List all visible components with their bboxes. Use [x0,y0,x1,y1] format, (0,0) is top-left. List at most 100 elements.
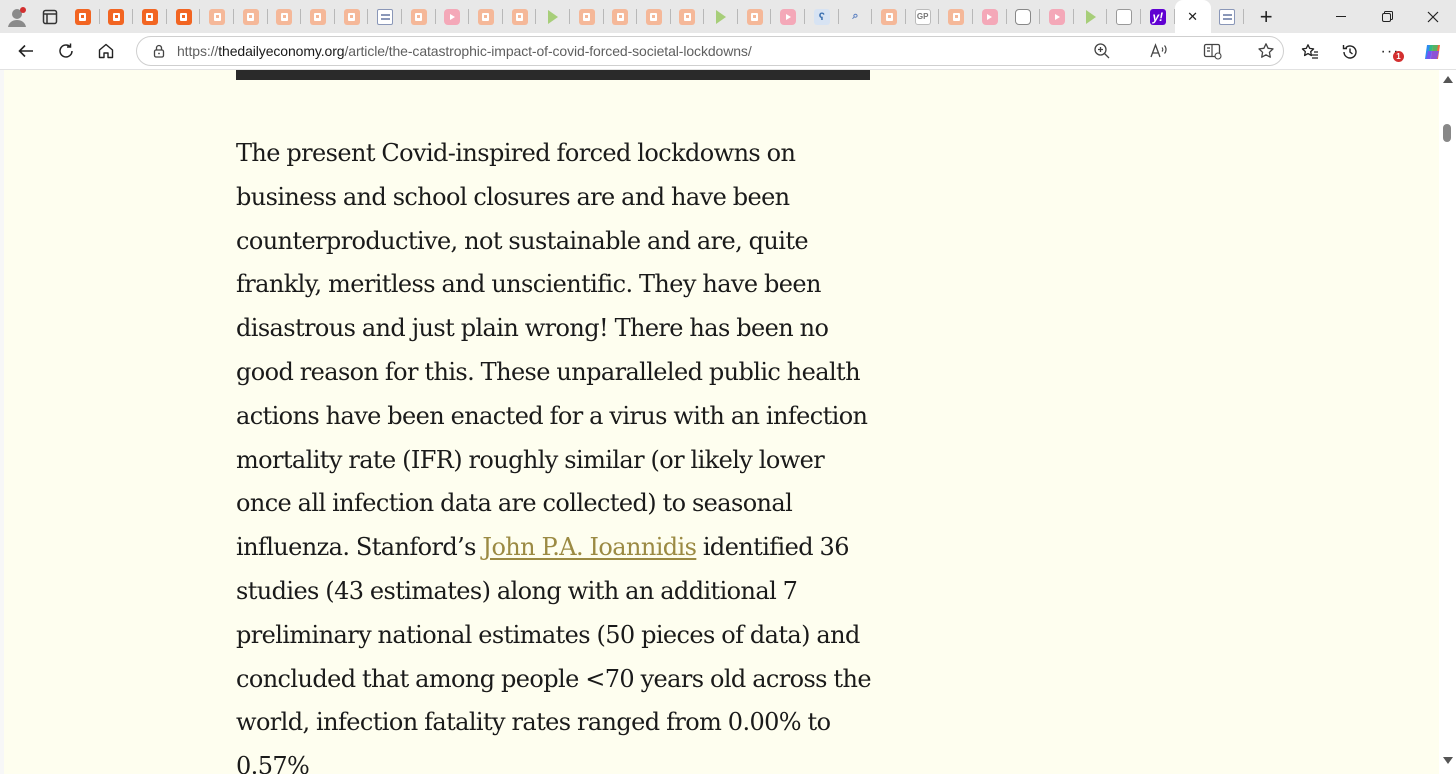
tab-favicon-icon [1083,9,1099,25]
article-paragraph: The present Covid-inspired forced lockdo… [236,132,876,774]
browser-tab[interactable] [66,0,100,33]
paragraph-text: identified 36 studies (43 estimates) alo… [236,533,872,774]
browser-tab[interactable]: ⌕ [839,0,873,33]
browser-tab[interactable] [268,0,302,33]
copilot-icon [1425,44,1440,59]
browser-tab[interactable] [1211,0,1245,33]
browser-tab[interactable]: ʕ [805,0,839,33]
address-bar-actions [1093,37,1275,65]
copilot-button[interactable] [1410,33,1456,70]
browser-right-tools: ··· 1 [1290,33,1456,70]
close-window-button[interactable] [1410,0,1456,33]
active-browser-tab[interactable]: ✕ [1174,0,1211,33]
lock-icon[interactable] [151,43,167,59]
minimize-button[interactable] [1318,0,1364,33]
tab-favicon-icon [108,8,125,25]
browser-tab[interactable] [536,0,570,33]
immersive-reader-icon[interactable] [1203,42,1223,60]
browser-tab[interactable] [402,0,436,33]
favorites-button[interactable] [1290,33,1330,70]
profile-button[interactable] [0,0,33,33]
url-scheme: https:// [177,43,219,59]
browser-tab[interactable] [200,0,234,33]
tab-favicon-icon [545,9,561,25]
browser-tab[interactable]: GP [906,0,940,33]
browser-tab[interactable] [1007,0,1041,33]
browser-tab[interactable] [570,0,604,33]
new-tab-button[interactable]: + [1244,0,1288,33]
tab-favicon-icon [477,8,494,25]
browser-tab[interactable] [671,0,705,33]
tab-favicon-icon [175,8,192,25]
browser-tab[interactable] [133,0,167,33]
tab-favicon-icon [881,8,898,25]
restore-button[interactable] [1364,0,1410,33]
history-icon [1342,44,1357,59]
tab-favicon-icon [679,8,696,25]
refresh-icon [59,43,73,58]
browser-tab[interactable]: y! [1141,0,1175,33]
browser-tab[interactable] [469,0,503,33]
favorite-star-icon[interactable] [1257,42,1275,60]
tab-favicon-icon: ⌕ [852,10,859,22]
browser-tab[interactable] [939,0,973,33]
vertical-scrollbar[interactable] [1439,70,1456,774]
back-button[interactable] [6,33,46,70]
browser-tab[interactable] [738,0,772,33]
tab-favicon-icon [141,8,158,25]
browser-tab[interactable] [704,0,738,33]
tab-favicon-icon [377,8,394,25]
browser-tab[interactable] [637,0,671,33]
tab-actions-button[interactable] [33,0,66,33]
tab-favicon-icon [746,8,763,25]
scroll-up-arrow-icon[interactable] [1443,76,1453,83]
browser-tab[interactable] [1074,0,1108,33]
read-aloud-icon[interactable] [1149,42,1169,60]
home-button[interactable] [86,33,126,70]
browser-tab[interactable] [1040,0,1074,33]
web-page: The present Covid-inspired forced lockdo… [4,70,1439,774]
zoom-icon[interactable] [1093,42,1111,60]
author-link[interactable]: John P.A. Ioannidis [482,533,697,561]
tab-favicon-icon: ʕ [813,8,830,25]
browser-tab[interactable] [771,0,805,33]
browser-tab[interactable] [167,0,201,33]
url-text[interactable]: https://thedailyeconomy.org/article/the-… [177,43,752,59]
notification-badge: 1 [1393,51,1404,62]
browser-tab[interactable] [436,0,470,33]
browser-toolbar: https://thedailyeconomy.org/article/the-… [0,33,1456,70]
url-host: thedailyeconomy.org [218,43,345,59]
address-bar[interactable]: https://thedailyeconomy.org/article/the-… [136,36,1284,66]
scroll-down-arrow-icon[interactable] [1443,757,1453,764]
browser-tab[interactable] [503,0,537,33]
tab-favicon-icon [645,8,662,25]
browser-tab[interactable] [604,0,638,33]
article-hero-image [236,70,870,80]
home-icon [98,43,114,59]
tab-favicon-icon [578,8,595,25]
history-button[interactable] [1330,33,1370,70]
browser-tab[interactable] [301,0,335,33]
browser-tab[interactable] [973,0,1007,33]
favorites-list-icon [1301,43,1318,59]
tab-close-icon[interactable]: ✕ [1187,9,1198,25]
tab-favicon-icon [948,8,965,25]
browser-tab[interactable] [872,0,906,33]
close-icon [1427,11,1439,22]
browser-tab[interactable] [234,0,268,33]
tab-strip: ʕ ⌕ GP y! ✕ + [0,0,1456,33]
article-body: The present Covid-inspired forced lockdo… [236,132,876,774]
refresh-button[interactable] [46,33,86,70]
scroll-thumb[interactable] [1443,124,1451,142]
profile-icon [7,6,26,27]
tab-favicon-icon [713,9,729,25]
settings-more-button[interactable]: ··· 1 [1370,33,1410,70]
tab-favicon-icon [612,8,629,25]
browser-tab[interactable] [335,0,369,33]
tab-favicon-icon [1015,8,1032,25]
tab-favicon-icon [242,8,259,25]
browser-tab[interactable] [368,0,402,33]
browser-tab[interactable] [1107,0,1141,33]
browser-tab[interactable] [100,0,134,33]
tab-favicon-icon [410,8,427,25]
